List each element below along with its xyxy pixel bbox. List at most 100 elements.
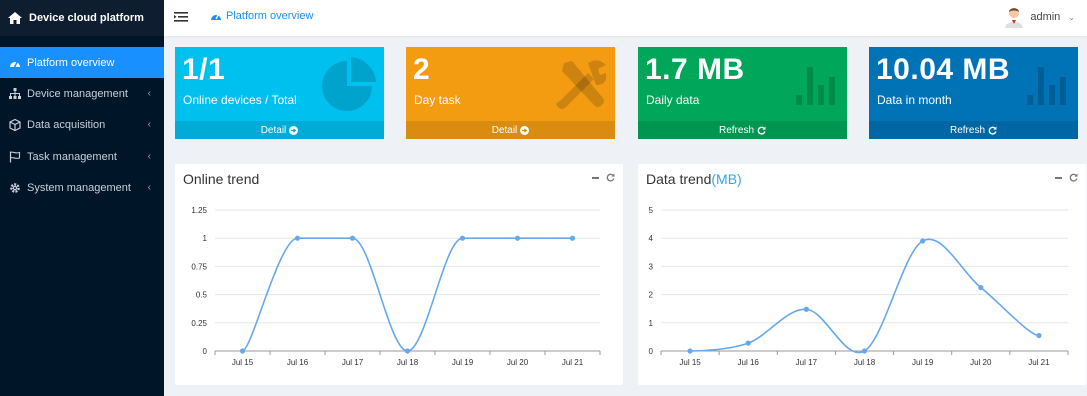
refresh-icon — [757, 126, 766, 135]
data-point[interactable] — [687, 348, 693, 354]
refresh-icon — [988, 126, 997, 135]
detail-button[interactable]: Detail — [175, 121, 384, 139]
x-tick-label: Jul 15 — [232, 358, 254, 367]
user-menu[interactable]: admin ⌄ — [1004, 6, 1075, 28]
panel-title-text: Data trend — [646, 171, 712, 187]
x-tick-label: Jul 16 — [287, 358, 309, 367]
data-point[interactable] — [294, 235, 301, 241]
bar-chart-icon — [796, 67, 835, 105]
action-label: Refresh — [949, 124, 985, 136]
data-point[interactable] — [978, 284, 984, 291]
sidebar-item-label: Platform overview — [27, 56, 115, 69]
action-label: Refresh — [718, 124, 754, 136]
sidebar-item-label: Task management — [27, 150, 117, 163]
chevron-left-icon: ‹ — [147, 88, 151, 99]
y-tick-label: 1 — [649, 319, 654, 328]
data-point[interactable] — [514, 235, 521, 241]
panel-title-unit: (MB) — [711, 171, 742, 187]
x-tick-label: Jul 21 — [1028, 358, 1050, 367]
sidebar-item-data-acquisition[interactable]: Data acquisition ‹ — [0, 109, 164, 140]
stat-label: Online devices / Total — [183, 93, 297, 107]
y-tick-label: 0 — [649, 347, 654, 356]
stat-card-daily-data: 1.7 MB Daily data Refresh — [638, 47, 847, 139]
username: admin — [1030, 11, 1061, 23]
stat-card-day-task: 2 Day task Detail — [406, 47, 615, 139]
y-tick-label: 3 — [649, 262, 654, 271]
panel-tools — [1055, 173, 1078, 182]
chevron-left-icon: ‹ — [147, 119, 151, 130]
x-tick-label: Jul 20 — [507, 358, 529, 367]
data-point[interactable] — [404, 348, 411, 354]
chevron-left-icon: ‹ — [147, 151, 151, 162]
series-line — [690, 238, 1040, 354]
sidebar-item-platform-overview[interactable]: Platform overview — [0, 47, 164, 78]
panel-tools — [592, 173, 615, 182]
avatar — [1005, 8, 1024, 28]
data-point[interactable] — [745, 340, 751, 346]
brand[interactable]: Device cloud platform — [0, 0, 164, 36]
stat-value: 1/1 — [182, 53, 226, 86]
tools-icon — [556, 60, 607, 109]
y-tick-label: 1.25 — [191, 206, 207, 215]
y-tick-label: 0 — [203, 347, 208, 356]
data-point[interactable] — [459, 235, 466, 241]
sidebar-item-label: Data acquisition — [27, 118, 106, 131]
x-tick-label: Jul 16 — [738, 358, 760, 367]
stat-value: 10.04 MB — [876, 53, 1011, 86]
sidebar-item-label: Device management — [27, 87, 128, 100]
sidebar-item-device-management[interactable]: Device management ‹ — [0, 78, 164, 109]
data-trend-chart: 0 1 2 3 4 5 Jul 15 Jul 16 Jul 17 Jul 18 Jul 19 Jul … — [649, 206, 1069, 367]
flag-icon — [9, 151, 21, 163]
y-tick-label: 0.75 — [191, 262, 207, 271]
collapse-icon[interactable] — [592, 176, 599, 179]
pie-chart-icon — [322, 57, 376, 111]
arrow-circle-right-icon — [289, 125, 299, 135]
stat-value: 1.7 MB — [645, 53, 745, 86]
breadcrumb[interactable]: Platform overview — [210, 10, 313, 22]
online-trend-panel: 0 0.25 0.5 0.75 1 1.25 Jul 15 Jul 16 Jul 17 Jul 1… — [175, 164, 623, 385]
refresh-button[interactable]: Refresh — [869, 121, 1078, 139]
y-tick-label: 2 — [649, 291, 654, 300]
home-icon — [8, 12, 22, 24]
sidebar-item-label: System management — [27, 181, 131, 194]
x-tick-label: Jul 17 — [796, 358, 818, 367]
x-tick-label: Jul 19 — [912, 358, 934, 367]
stat-label: Daily data — [646, 93, 700, 107]
stat-card-data-in-month: 10.04 MB Data in month Refresh — [869, 47, 1078, 139]
sidebar-item-system-management[interactable]: System management ‹ — [0, 172, 164, 203]
data-point[interactable] — [920, 238, 926, 244]
y-tick-label: 1 — [203, 234, 208, 243]
breadcrumb-label: Platform overview — [226, 10, 314, 22]
y-tick-label: 5 — [649, 206, 654, 215]
y-tick-label: 0.25 — [191, 319, 207, 328]
menu-toggle-icon[interactable] — [174, 11, 188, 23]
cube-icon — [9, 118, 21, 131]
y-tick-label: 4 — [649, 234, 654, 243]
panel-title: Online trend — [183, 171, 259, 187]
refresh-button[interactable]: Refresh — [638, 121, 847, 139]
x-tick-label: Jul 17 — [342, 358, 364, 367]
sitemap-icon — [9, 88, 21, 100]
data-trend-panel: 0 1 2 3 4 5 Jul 15 Jul 16 Jul 17 Jul 18 Jul 19 Jul … — [638, 164, 1086, 385]
x-tick-label: Jul 19 — [452, 358, 474, 367]
app-title: Device cloud platform — [29, 12, 144, 24]
stat-value: 2 — [413, 53, 431, 86]
stat-label: Data in month — [877, 93, 952, 107]
chevron-down-icon: ⌄ — [1068, 12, 1075, 22]
refresh-icon[interactable] — [606, 173, 615, 182]
data-point[interactable] — [861, 348, 868, 354]
detail-button[interactable]: Detail — [406, 121, 615, 139]
data-point[interactable] — [569, 235, 576, 241]
data-point[interactable] — [239, 348, 246, 354]
x-tick-label: Jul 21 — [562, 358, 584, 367]
data-point[interactable] — [349, 235, 356, 241]
dashboard-icon — [211, 14, 221, 20]
data-point[interactable] — [803, 306, 809, 312]
sidebar-item-task-management[interactable]: Task management ‹ — [0, 141, 164, 172]
x-tick-label: Jul 18 — [854, 358, 876, 367]
sidebar: Device cloud platform Platform overview … — [0, 0, 164, 396]
refresh-icon[interactable] — [1069, 173, 1078, 182]
collapse-icon[interactable] — [1055, 176, 1062, 179]
data-point[interactable] — [1036, 332, 1042, 339]
action-label: Detail — [491, 124, 518, 136]
